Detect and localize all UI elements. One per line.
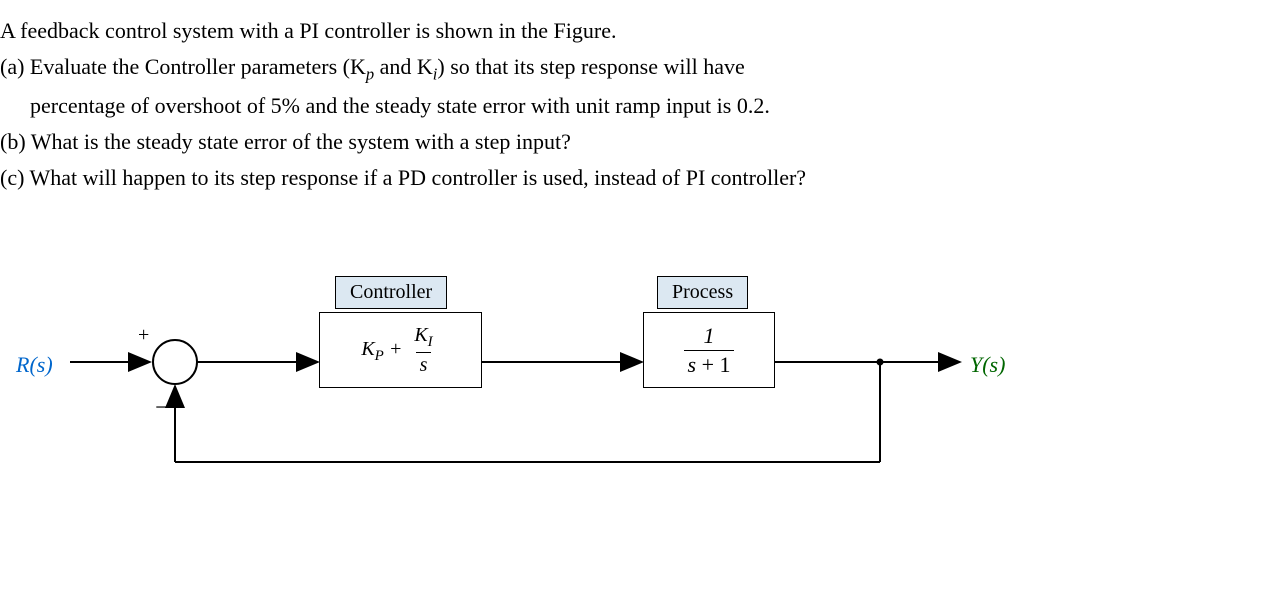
pickoff-node (877, 359, 884, 366)
controller-block-label: Controller (335, 276, 447, 309)
ki-k: K (414, 324, 427, 346)
part-a-text1: (a) Evaluate the Controller parameters (… (0, 54, 366, 79)
process-denominator: s + 1 (684, 350, 735, 378)
summing-junction (153, 340, 197, 384)
ki-denominator: s (416, 352, 432, 377)
input-signal-label: R(s) (16, 352, 53, 378)
kp-symbol: K (361, 338, 374, 360)
problem-statement: A feedback control system with a PI cont… (0, 16, 1263, 192)
part-a-text2: and K (374, 54, 433, 79)
part-a-line1: (a) Evaluate the Controller parameters (… (0, 52, 1263, 86)
den-one: 1 (719, 352, 730, 377)
intro-text: A feedback control system with a PI cont… (0, 16, 1263, 46)
ki-numerator: KI (410, 324, 436, 352)
process-block-label: Process (657, 276, 748, 309)
den-plus: + (696, 352, 719, 377)
sum-minus-sign: − (155, 395, 169, 422)
block-diagram-svg (0, 232, 1100, 532)
part-a-text3: ) so that its step response will have (437, 54, 744, 79)
kp-subscript: p (366, 64, 374, 83)
ki-fraction: KI s (410, 324, 436, 377)
controller-block: KP + KI s (319, 312, 482, 388)
part-c: (c) What will happen to its step respons… (0, 163, 1263, 193)
controller-tf: KP + KI s (361, 324, 439, 377)
process-tf: 1 s + 1 (684, 323, 735, 378)
process-numerator: 1 (699, 323, 718, 350)
sum-plus-sign: + (138, 324, 149, 347)
ki-sub: I (428, 334, 433, 350)
output-signal-label: Y(s) (970, 352, 1005, 378)
block-diagram: R(s) Y(s) + − Controller Process KP + KI… (0, 232, 1100, 532)
kp-sub: P (375, 348, 384, 364)
process-block: 1 s + 1 (643, 312, 775, 388)
den-s: s (688, 352, 697, 377)
part-b: (b) What is the steady state error of th… (0, 127, 1263, 157)
plus-op: + (384, 338, 408, 360)
part-a-line2: percentage of overshoot of 5% and the st… (0, 91, 1263, 121)
